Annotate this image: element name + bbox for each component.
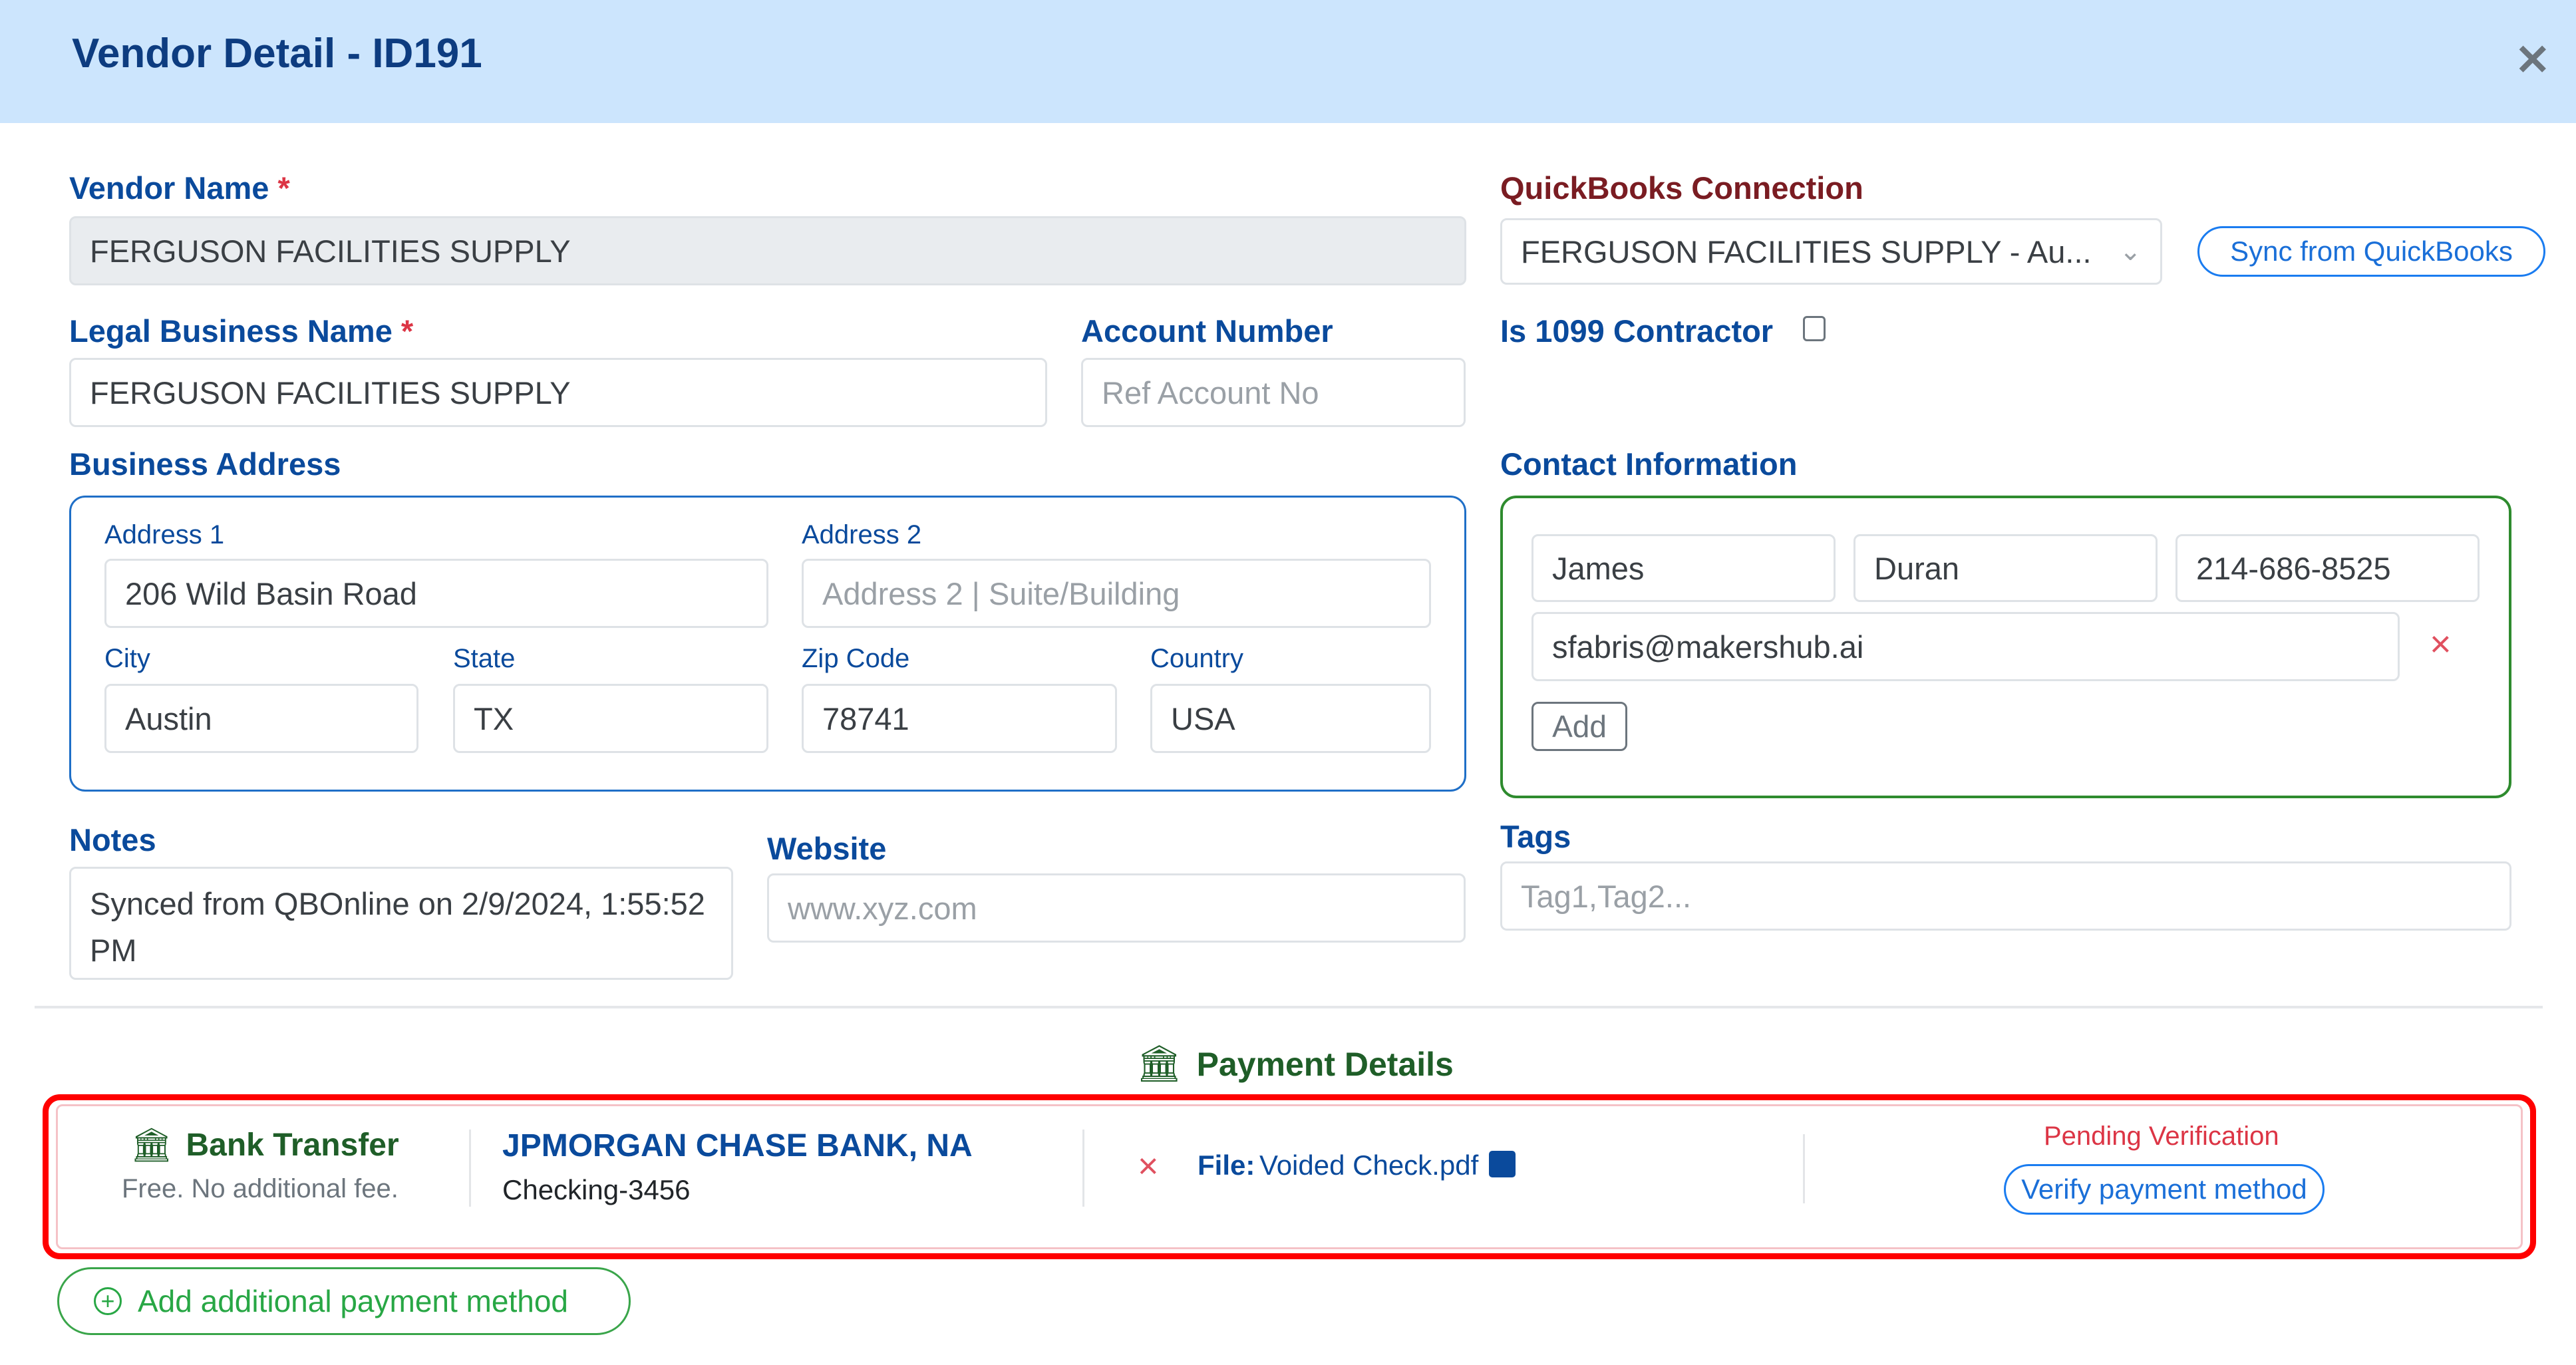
bank-icon: 🏛: [1136, 1044, 1182, 1084]
zip-input[interactable]: 78741: [802, 684, 1117, 753]
section-divider: [35, 1006, 2543, 1008]
address1-input[interactable]: 206 Wild Basin Road: [104, 559, 768, 628]
quickbooks-select[interactable]: FERGUSON FACILITIES SUPPLY - Au... ⌄: [1500, 218, 2162, 285]
zip-label: Zip Code: [802, 644, 910, 673]
vendor-name-input[interactable]: FERGUSON FACILITIES SUPPLY: [69, 216, 1466, 285]
email-input[interactable]: sfabris@makershub.ai: [1531, 612, 2400, 681]
last-name-input[interactable]: Duran: [1853, 534, 2158, 602]
tags-label: Tags: [1500, 819, 1571, 854]
address1-label: Address 1: [104, 520, 225, 549]
address2-label: Address 2: [802, 520, 922, 549]
sync-quickbooks-button[interactable]: Sync from QuickBooks: [2197, 226, 2545, 277]
file-label: File:: [1198, 1149, 1255, 1181]
business-address-label: Business Address: [69, 446, 341, 482]
verify-payment-button[interactable]: Verify payment method: [2004, 1164, 2325, 1215]
payment-method-title: 🏛 Bank Transfer: [130, 1126, 399, 1163]
quickbooks-selected: FERGUSON FACILITIES SUPPLY - Au...: [1521, 233, 2092, 269]
chevron-down-icon: ⌄: [2119, 237, 2142, 266]
image-preview-icon[interactable]: [1489, 1151, 1516, 1177]
city-label: City: [104, 644, 150, 673]
contact-info-label: Contact Information: [1500, 446, 1798, 482]
payment-fee: Free. No additional fee.: [122, 1174, 399, 1203]
account-number-input[interactable]: Ref Account No: [1081, 358, 1466, 427]
state-input[interactable]: TX: [453, 684, 768, 753]
add-contact-button[interactable]: Add: [1531, 702, 1627, 751]
column-divider: [1082, 1130, 1084, 1207]
notes-textarea[interactable]: Synced from QBOnline on 2/9/2024, 1:55:5…: [69, 867, 733, 980]
add-payment-method-button[interactable]: + Add additional payment method: [57, 1267, 631, 1335]
country-label: Country: [1150, 644, 1244, 673]
bank-name: JPMORGAN CHASE BANK, NA: [502, 1128, 973, 1163]
modal-title: Vendor Detail - ID191: [72, 31, 482, 76]
close-icon[interactable]: ✕: [2515, 39, 2551, 81]
file-name-link[interactable]: Voided Check.pdf: [1259, 1149, 1478, 1181]
bank-account: Checking-3456: [502, 1174, 691, 1205]
phone-input[interactable]: 214-686-8525: [2175, 534, 2480, 602]
bank-icon: 🏛: [130, 1126, 173, 1163]
city-input[interactable]: Austin: [104, 684, 418, 753]
column-divider: [469, 1130, 471, 1207]
payment-details-heading: 🏛 Payment Details: [1136, 1044, 1454, 1084]
contractor-checkbox[interactable]: [1803, 316, 1826, 341]
pending-status: Pending Verification: [2044, 1122, 2279, 1151]
remove-contact-icon[interactable]: ×: [2430, 622, 2452, 665]
remove-file-icon[interactable]: ×: [1138, 1145, 1159, 1187]
legal-name-label: Legal Business Name *: [69, 313, 414, 349]
plus-circle-icon: +: [94, 1287, 122, 1315]
address2-input[interactable]: Address 2 | Suite/Building: [802, 559, 1431, 628]
contractor-label: Is 1099 Contractor: [1500, 313, 1774, 349]
account-number-label: Account Number: [1081, 313, 1333, 349]
website-input[interactable]: www.xyz.com: [767, 873, 1466, 943]
column-divider: [1803, 1134, 1805, 1203]
vendor-name-label: Vendor Name *: [69, 170, 290, 206]
legal-name-input[interactable]: FERGUSON FACILITIES SUPPLY: [69, 358, 1047, 427]
first-name-input[interactable]: James: [1531, 534, 1836, 602]
notes-label: Notes: [69, 822, 156, 857]
country-input[interactable]: USA: [1150, 684, 1431, 753]
website-label: Website: [767, 831, 887, 866]
state-label: State: [453, 644, 516, 673]
quickbooks-label: QuickBooks Connection: [1500, 170, 1863, 206]
tags-input[interactable]: Tag1,Tag2...: [1500, 861, 2511, 931]
